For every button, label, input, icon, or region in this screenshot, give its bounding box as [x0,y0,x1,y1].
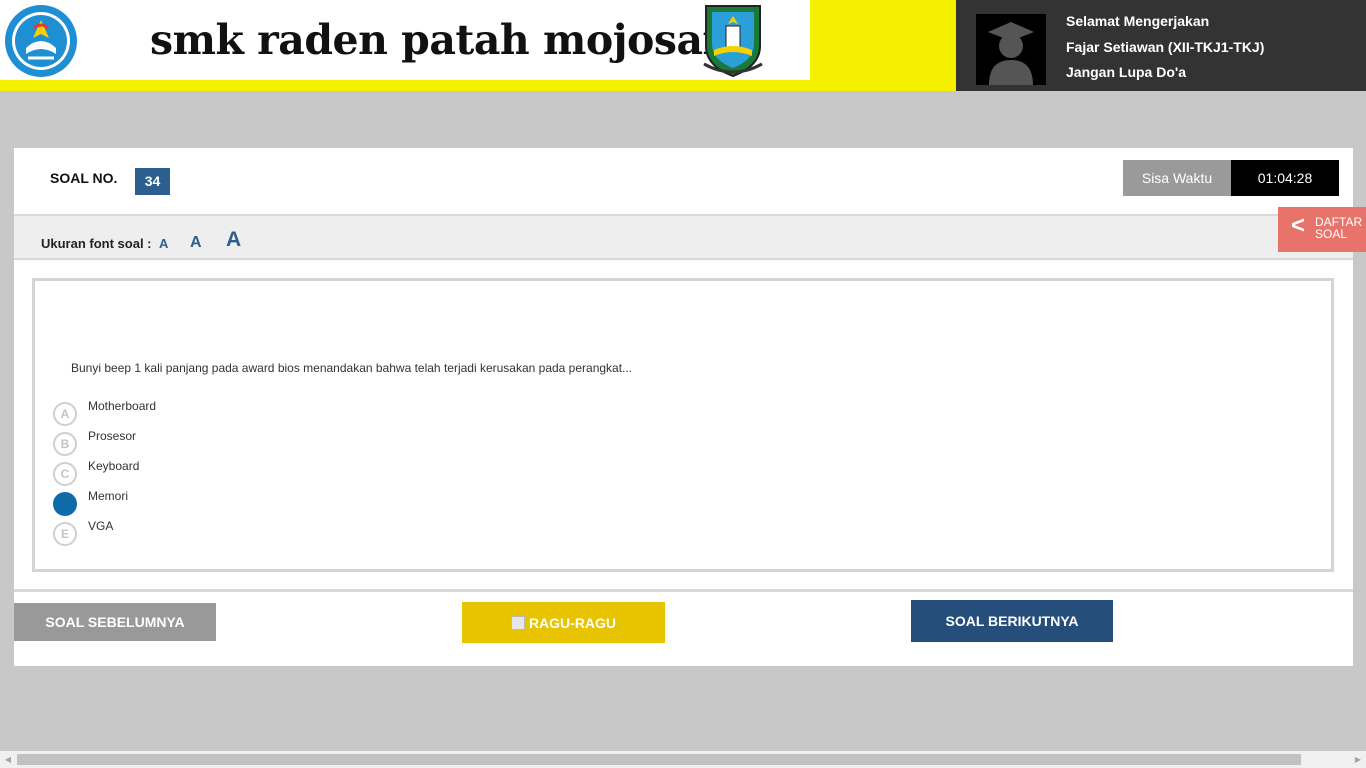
option-b-radio[interactable]: B [53,432,77,456]
option-a[interactable]: A Motherboard [53,399,653,428]
question-number-badge: 34 [135,168,170,195]
user-info: Selamat Mengerjakan Fajar Setiawan (XII-… [1066,12,1264,89]
east-java-coat-of-arms [703,5,763,78]
question-list-label-line2: SOAL [1315,227,1348,241]
option-a-text: Motherboard [88,399,157,413]
reminder-text: Jangan Lupa Do'a [1066,64,1187,80]
greeting-text: Selamat Mengerjakan [1066,13,1210,29]
font-size-large-button[interactable]: A [226,228,241,252]
doubt-checkbox[interactable] [510,616,525,630]
question-list-button[interactable]: < DAFTAR SOAL [1278,207,1366,252]
header-banner: smk raden patah mojosari [0,0,810,80]
question-text: Bunyi beep 1 kali panjang pada award bio… [71,361,633,375]
timer-label: Sisa Waktu [1123,160,1231,196]
option-a-radio[interactable]: A [53,402,77,426]
option-c[interactable]: C Keyboard [53,459,653,488]
school-name: smk raden patah mojosari [150,16,739,64]
option-e[interactable]: E VGA [53,519,653,548]
graduate-avatar-icon [976,14,1046,85]
timer-value: 01:04:28 [1231,160,1339,196]
question-list-label: DAFTAR SOAL [1315,216,1362,240]
option-e-text: VGA [88,519,114,533]
option-e-radio[interactable]: E [53,522,77,546]
doubt-button-label: RAGU-RAGU [528,615,617,631]
question-box: Bunyi beep 1 kali panjang pada award bio… [32,278,1334,572]
scroll-right-arrow-icon[interactable]: ▶ [1353,754,1363,765]
top-header: smk raden patah mojosari Selamat Mengerj… [0,0,1366,91]
option-d[interactable]: D Memori [53,489,653,518]
divider [14,589,1353,592]
option-d-radio[interactable]: D [53,492,77,516]
option-b-text: Prosesor [88,429,137,443]
chevron-left-icon: < [1291,212,1306,239]
font-size-bar: Ukuran font soal : A A A [14,214,1353,260]
horizontal-scrollbar[interactable]: ◀ ▶ [0,751,1366,768]
tut-wuri-handayani-logo [5,5,77,77]
font-size-medium-button[interactable]: A [190,234,202,252]
font-size-small-button[interactable]: A [159,236,168,251]
option-c-text: Keyboard [88,459,140,473]
previous-question-button[interactable]: SOAL SEBELUMNYA [14,603,216,641]
user-panel: Selamat Mengerjakan Fajar Setiawan (XII-… [956,0,1366,91]
scroll-left-arrow-icon[interactable]: ◀ [3,754,13,765]
option-d-text: Memori [88,489,129,503]
font-size-label: Ukuran font soal : [41,236,152,251]
option-b[interactable]: B Prosesor [53,429,653,458]
question-card: SOAL NO. 34 Sisa Waktu 01:04:28 Ukuran f… [14,148,1353,666]
option-c-radio[interactable]: C [53,462,77,486]
next-question-button[interactable]: SOAL BERIKUTNYA [911,600,1113,642]
doubt-button[interactable]: RAGU-RAGU [462,602,665,643]
scrollbar-thumb[interactable] [17,754,1301,765]
user-name: Fajar Setiawan (XII-TKJ1-TKJ) [1066,38,1265,55]
question-number-label: SOAL NO. [50,170,118,186]
